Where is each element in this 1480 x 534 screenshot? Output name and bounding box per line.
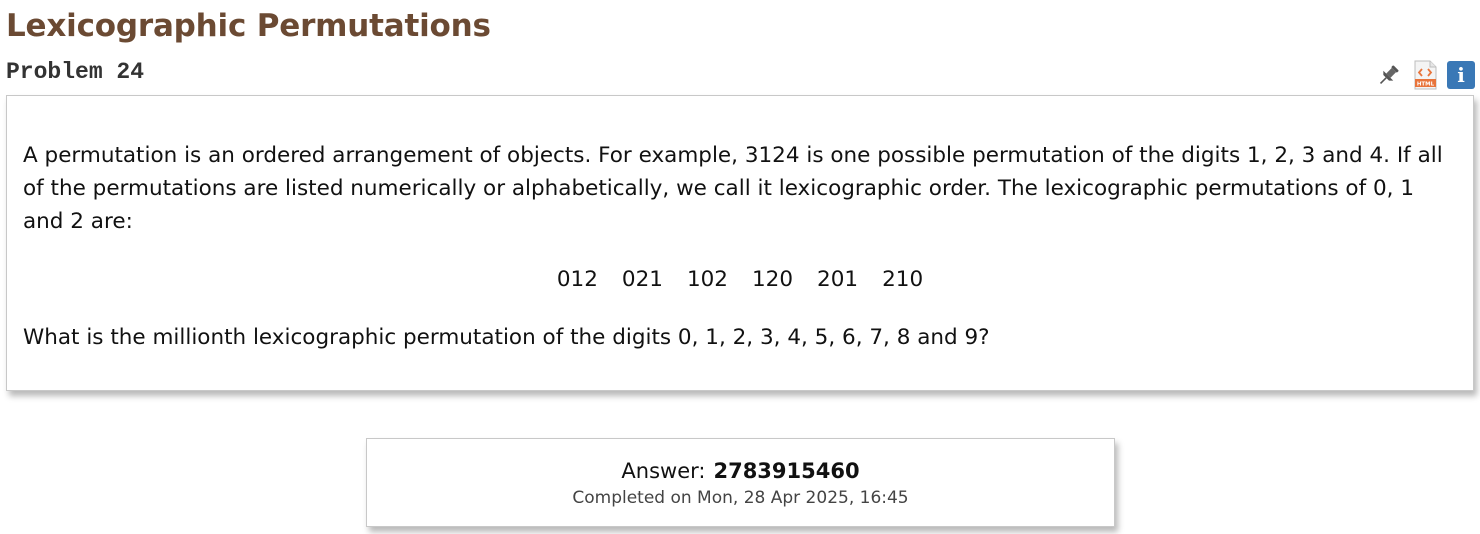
permutation-item: 021	[621, 267, 663, 292]
html-file-icon[interactable]: HTML	[1411, 60, 1439, 90]
info-icon-glyph: i	[1457, 63, 1465, 87]
answer-value: 2783915460	[713, 459, 860, 483]
permutation-list: 012 021 102 120 201 210	[23, 263, 1457, 296]
page-title: Lexicographic Permutations	[6, 8, 491, 44]
permutation-item: 012	[556, 267, 598, 292]
problem-toolbar: HTML i	[1375, 60, 1475, 90]
info-icon[interactable]: i	[1447, 61, 1475, 89]
permutation-item: 120	[752, 267, 794, 292]
html-icon-label: HTML	[1417, 82, 1435, 88]
permutation-item: 201	[817, 267, 859, 292]
problem-content: A permutation is an ordered arrangement …	[6, 95, 1474, 391]
answer-line: Answer: 2783915460	[367, 457, 1114, 485]
pin-icon[interactable]	[1375, 60, 1403, 90]
pin-icon-graphic	[1379, 65, 1399, 85]
problem-question: What is the millionth lexicographic perm…	[23, 325, 990, 350]
permutation-item: 102	[686, 267, 728, 292]
problem-description: A permutation is an ordered arrangement …	[23, 143, 1443, 234]
answer-panel: Answer: 2783915460 Completed on Mon, 28 A…	[366, 438, 1115, 527]
answer-label: Answer:	[621, 459, 706, 483]
permutation-item: 210	[882, 267, 924, 292]
completion-timestamp: Completed on Mon, 28 Apr 2025, 16:45	[572, 488, 909, 508]
html-file-icon-graphic: HTML	[1414, 60, 1437, 90]
problem-number: Problem 24	[6, 59, 145, 85]
